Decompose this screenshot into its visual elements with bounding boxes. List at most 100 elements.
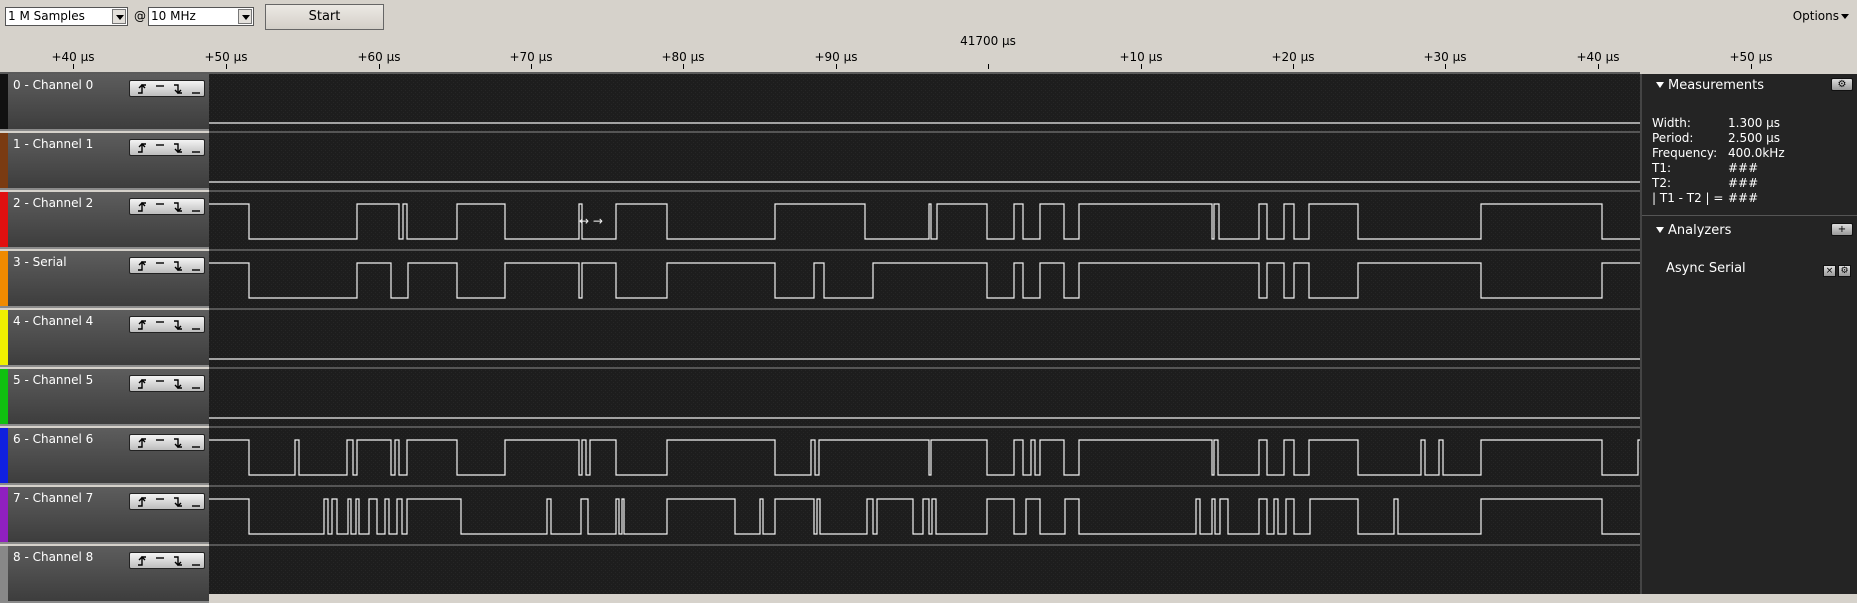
ruler-tick-label: +80 µs [661, 50, 705, 64]
measurement-value: ### [1728, 176, 1759, 190]
channel-name[interactable]: 6 - Channel 6 [13, 432, 93, 446]
ruler-tick-label: +30 µs [1423, 50, 1467, 64]
ruler-tick-mark [683, 64, 684, 69]
sample-rate-value: 10 MHz [151, 9, 196, 23]
channel-name[interactable]: 1 - Channel 1 [13, 137, 93, 151]
measurement-value: 400.0kHz [1728, 146, 1785, 160]
add-analyzer-button[interactable]: + [1831, 223, 1853, 236]
channel-row[interactable]: 3 - Serial [0, 251, 209, 308]
channel-name[interactable]: 5 - Channel 5 [13, 373, 93, 387]
collapse-triangle-icon[interactable] [1656, 227, 1664, 233]
channel-row[interactable]: 7 - Channel 7 [0, 487, 209, 544]
ruler-tick-label: +40 µs [51, 50, 95, 64]
channel-row[interactable]: 5 - Channel 5 [0, 369, 209, 426]
ruler-tick-label: +10 µs [1119, 50, 1163, 64]
channel-row[interactable]: 8 - Channel 8 [0, 546, 209, 603]
channel-color-bar [0, 192, 8, 247]
channel-color-bar [0, 251, 8, 306]
trigger-buttons[interactable] [129, 375, 205, 392]
chevron-down-icon[interactable] [238, 9, 252, 24]
close-icon[interactable]: × [1823, 265, 1836, 277]
trigger-buttons[interactable] [129, 257, 205, 274]
channel-color-bar [0, 369, 8, 424]
measurement-row: T1: ### [1652, 161, 1852, 176]
ruler-tick-mark [1445, 64, 1446, 69]
row-separator [209, 249, 1640, 251]
measurements-title: Measurements [1668, 78, 1765, 93]
row-separator [209, 131, 1640, 133]
row-separator [209, 190, 1640, 192]
channel-row[interactable]: 2 - Channel 2 [0, 192, 209, 249]
measurements-header[interactable]: Measurements ⚙ [1642, 74, 1857, 96]
waveform-area[interactable]: ↔ → [209, 74, 1640, 596]
row-separator [209, 308, 1640, 310]
at-label: @ [134, 9, 146, 23]
gear-icon[interactable]: ⚙ [1831, 78, 1853, 91]
ruler-tick-mark [836, 64, 837, 69]
channel-name[interactable]: 0 - Channel 0 [13, 78, 93, 92]
channel-row[interactable]: 6 - Channel 6 [0, 428, 209, 485]
channel-row[interactable]: 1 - Channel 1 [0, 133, 209, 190]
ruler-tick-label: +70 µs [509, 50, 553, 64]
trigger-buttons[interactable] [129, 552, 205, 569]
measurement-label: | T1 - T2 | = [1652, 191, 1724, 205]
chevron-down-icon[interactable] [112, 9, 126, 24]
ruler-tick-mark [73, 64, 74, 69]
trigger-buttons[interactable] [129, 493, 205, 510]
panel-divider [1642, 215, 1857, 216]
center-time-label: 41700 µs [960, 34, 1016, 48]
measurement-label: Width: [1652, 116, 1691, 130]
collapse-triangle-icon[interactable] [1656, 82, 1664, 88]
channel-color-bar [0, 74, 8, 129]
gear-icon[interactable]: ⚙ [1838, 265, 1851, 277]
ruler-tick-label: +60 µs [357, 50, 401, 64]
measurement-label: Period: [1652, 131, 1694, 145]
channel-color-bar [0, 487, 8, 542]
channel-row[interactable]: 0 - Channel 0 [0, 74, 209, 131]
ruler-tick-mark [531, 64, 532, 69]
measurement-label: Frequency: [1652, 146, 1718, 160]
channel-color-bar [0, 428, 8, 483]
ruler-tick-label: +50 µs [204, 50, 248, 64]
waveform-canvas[interactable]: ↔ → [209, 74, 1640, 596]
ruler-tick-mark [226, 64, 227, 69]
trigger-buttons[interactable] [129, 198, 205, 215]
channel-name[interactable]: 2 - Channel 2 [13, 196, 93, 210]
channel-name[interactable]: 4 - Channel 4 [13, 314, 93, 328]
measurement-value: 2.500 µs [1728, 131, 1781, 145]
sample-count-select[interactable]: 1 M Samples [5, 7, 128, 26]
analyzers-header[interactable]: Analyzers + [1642, 219, 1857, 241]
ruler-tick-label: +90 µs [814, 50, 858, 64]
trigger-buttons[interactable] [129, 139, 205, 156]
measurement-value: 1.300 µs [1728, 116, 1781, 130]
ruler-tick-label: +50 µs [1729, 50, 1773, 64]
ruler-tick-mark [1141, 64, 1142, 69]
channel-name[interactable]: 7 - Channel 7 [13, 491, 93, 505]
row-separator [209, 367, 1640, 369]
row-separator [209, 485, 1640, 487]
trigger-buttons[interactable] [129, 434, 205, 451]
channel-row[interactable]: 4 - Channel 4 [0, 310, 209, 367]
measurement-row: T2: ### [1652, 176, 1852, 191]
time-ruler[interactable]: 41700 µs +40 µs +50 µs +60 µs +70 µs +80 µs +… [0, 34, 1857, 72]
start-button[interactable]: Start [265, 4, 384, 30]
measurements-list: Width: 1.300 µs Period: 2.500 µs Frequency: 4… [1652, 116, 1852, 206]
measurement-row: Period: 2.500 µs [1652, 131, 1852, 146]
options-menu[interactable]: Options [1793, 9, 1849, 23]
channel-list: 0 - Channel 0 1 - Channel 1 2 - Channel 2 3… [0, 74, 209, 603]
toolbar: 1 M Samples @ 10 MHz Start Options [0, 0, 1857, 34]
ruler-tick-label: +40 µs [1576, 50, 1620, 64]
analyzer-item[interactable]: Async Serial [1666, 261, 1746, 276]
trigger-buttons[interactable] [129, 80, 205, 97]
measurement-row: | T1 - T2 | = ### [1652, 191, 1852, 206]
channel-name[interactable]: 8 - Channel 8 [13, 550, 93, 564]
measurement-value: ### [1728, 161, 1759, 175]
channel-name[interactable]: 3 - Serial [13, 255, 67, 269]
sample-rate-select[interactable]: 10 MHz [148, 7, 254, 26]
analyzers-title: Analyzers [1668, 223, 1732, 238]
trigger-buttons[interactable] [129, 316, 205, 333]
measurement-label: T2: [1652, 176, 1672, 190]
side-panel: Measurements ⚙ Width: 1.300 µs Period: 2.50… [1640, 74, 1857, 594]
measurement-row: Width: 1.300 µs [1652, 116, 1852, 131]
ruler-tick-mark [1751, 64, 1752, 69]
